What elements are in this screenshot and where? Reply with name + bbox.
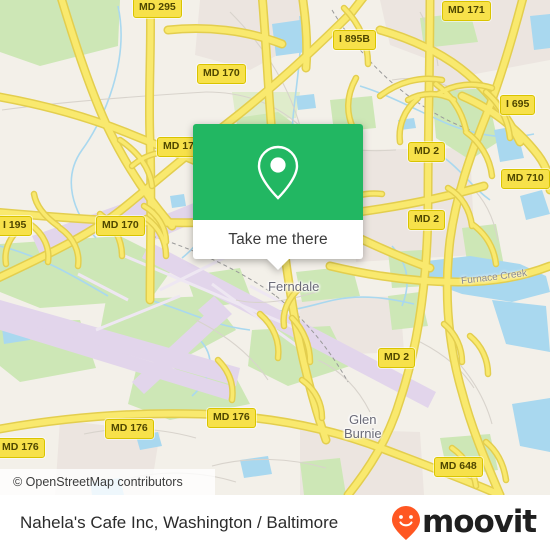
highway-shield: MD 648 [434, 457, 483, 477]
highway-shield: MD 2 [378, 348, 416, 368]
moovit-pin-smiley-icon [392, 505, 421, 540]
moovit-logo[interactable]: moovit [391, 505, 550, 541]
highway-shield-label: MD 2 [384, 351, 410, 363]
popup-pointer [266, 258, 290, 270]
highway-shield: I 195 [0, 216, 33, 236]
highway-shield-label: MD 176 [2, 441, 39, 453]
highway-shield: MD 171 [442, 1, 491, 21]
map-screenshot: .water{fill:#a9d8ef;} .stream{fill:none;… [0, 0, 550, 550]
highway-shield: I 695 [500, 95, 536, 115]
place-label: Glen [349, 412, 377, 427]
highway-shield-label: MD 176 [111, 422, 148, 434]
highway-shield-label: MD 2 [414, 145, 440, 157]
moovit-wordmark: moovit [422, 504, 537, 540]
highway-shield: MD 170 [197, 64, 246, 84]
highway-shield: MD 176 [105, 419, 154, 439]
highway-shield: MD 2 [408, 142, 446, 162]
highway-shield: MD 176 [0, 438, 45, 458]
highway-shield-label: I 895B [339, 33, 370, 45]
highway-shield-label: MD 710 [507, 172, 544, 184]
highway-shield-label: I 695 [506, 98, 530, 110]
highway-shield: MD 295 [133, 0, 182, 18]
osm-attribution-text: © OpenStreetMap contributors [13, 475, 183, 489]
highway-shield: MD 2 [408, 210, 446, 230]
highway-shield: MD 710 [501, 169, 550, 189]
highway-shield-label: MD 171 [448, 4, 485, 16]
highway-shield-label: MD 170 [102, 219, 139, 231]
highway-shield-label: MD 170 [203, 67, 240, 79]
highway-shield-label: MD 648 [440, 460, 477, 472]
popup-action-area[interactable]: Take me there [193, 220, 363, 259]
place-title: Nahela's Cafe Inc, Washington / Baltimor… [20, 512, 339, 532]
take-me-there-popup[interactable]: Take me there [193, 124, 363, 270]
take-me-there-label: Take me there [228, 230, 328, 248]
place-label: Ferndale [268, 279, 320, 294]
osm-attribution[interactable]: © OpenStreetMap contributors [0, 469, 215, 495]
place-label: Burnie [344, 426, 382, 441]
map-canvas[interactable]: .water{fill:#a9d8ef;} .stream{fill:none;… [0, 0, 550, 495]
popup-icon-area [193, 124, 363, 220]
highway-shield-label: MD 2 [414, 213, 440, 225]
highway-shield: MD 170 [96, 216, 145, 236]
highway-shield-label: MD 176 [213, 411, 250, 423]
map-pin-icon [257, 145, 299, 200]
highway-shield: MD 176 [207, 408, 256, 428]
highway-shield: I 895B [333, 30, 376, 50]
highway-shield-label: I 195 [3, 219, 27, 231]
footer-bar: Nahela's Cafe Inc, Washington / Baltimor… [0, 495, 550, 550]
highway-shield-label: MD 295 [139, 1, 176, 13]
